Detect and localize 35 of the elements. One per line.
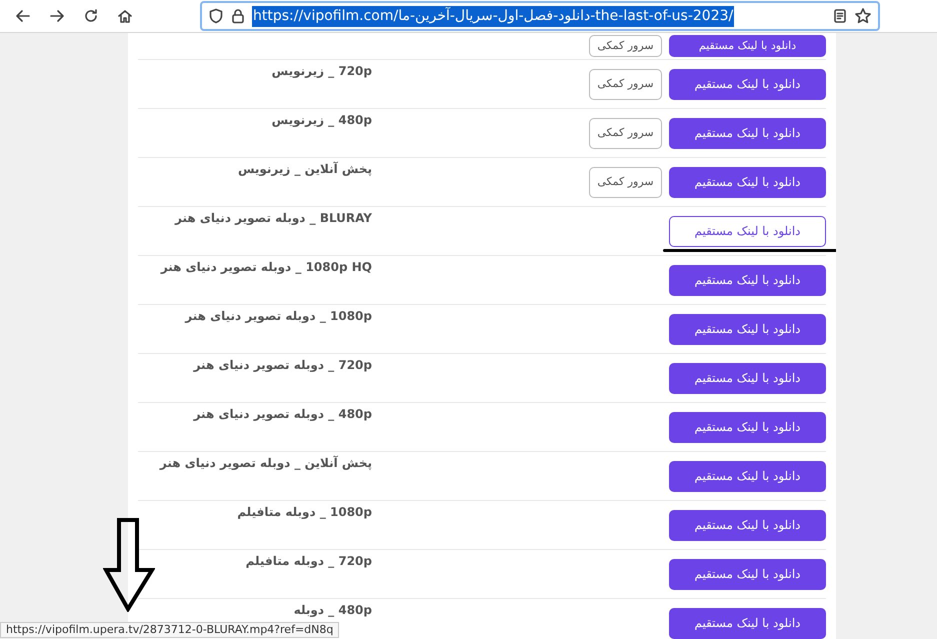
- direct-download-button[interactable]: دانلود با لینک مستقیم: [669, 510, 826, 540]
- url-text: https://vipofilm.com/دانلود-فصل-اول-سریال-آخرین-ما-the-last-of-us-2023/: [252, 6, 734, 26]
- direct-download-button[interactable]: دانلود با لینک مستقیم: [669, 460, 826, 492]
- direct-download-button[interactable]: دانلود با لینک مستقیم: [669, 558, 826, 590]
- star-icon[interactable]: [854, 7, 872, 25]
- lock-icon[interactable]: [230, 8, 246, 24]
- quality-label: 480p _ دوبله تصویر دنیای هنر: [194, 406, 372, 423]
- direct-download-button[interactable]: دانلود با لینک مستقیم: [669, 118, 826, 148]
- quality-label: 480p _ زیرنویس: [272, 112, 372, 129]
- quality-label: 1080p _ دوبله تصویر دنیای هنر: [185, 308, 372, 325]
- quality-label: پخش آنلاین _ زیرنویس: [238, 160, 372, 178]
- direct-download-button[interactable]: دانلود با لینک مستقیم: [669, 35, 826, 57]
- direct-download-button[interactable]: دانلود با لینک مستقیم: [669, 264, 826, 296]
- direct-download-button[interactable]: دانلود با لینک مستقیم: [669, 68, 826, 100]
- address-bar[interactable]: https://vipofilm.com/دانلود-فصل-اول-سریال-آخرین-ما-the-last-of-us-2023/: [200, 1, 880, 31]
- quality-label: 720p _ دوبله متافیلم: [246, 553, 372, 570]
- status-url: https://vipofilm.upera.tv/2873712-0-BLURAY.mp4?ref=dN8q: [0, 622, 340, 638]
- direct-download-button[interactable]: دانلود با لینک مستقیم: [669, 314, 826, 344]
- reader-view-icon[interactable]: [832, 8, 848, 24]
- mirror-server-button[interactable]: سرور کمکی: [589, 166, 662, 198]
- direct-download-button[interactable]: دانلود با لینک مستقیم: [669, 166, 826, 198]
- direct-download-button[interactable]: دانلود با لینک مستقیم: [669, 216, 826, 246]
- direct-download-button[interactable]: دانلود با لینک مستقیم: [669, 412, 826, 442]
- quality-label: BLURAY _ دوبله تصویر دنیای هنر: [175, 210, 372, 227]
- quality-label: پخش آنلاین _ دوبله تصویر دنیای هنر: [160, 454, 372, 472]
- quality-label: 720p _ زیرنویس: [272, 63, 372, 80]
- quality-label: 1080p HQ _ دوبله تصویر دنیای هنر: [160, 259, 372, 276]
- direct-download-button[interactable]: دانلود با لینک مستقیم: [669, 608, 826, 638]
- mirror-server-button[interactable]: سرور کمکی: [589, 118, 662, 148]
- quality-label: 1080p _ دوبله متافیلم: [237, 504, 372, 521]
- shield-icon[interactable]: [208, 8, 224, 24]
- mirror-server-button[interactable]: سرور کمکی: [589, 35, 662, 57]
- direct-download-button[interactable]: دانلود با لینک مستقیم: [669, 362, 826, 394]
- quality-label: 720p _ دوبله تصویر دنیای هنر: [194, 357, 372, 374]
- mirror-server-button[interactable]: سرور کمکی: [589, 68, 662, 100]
